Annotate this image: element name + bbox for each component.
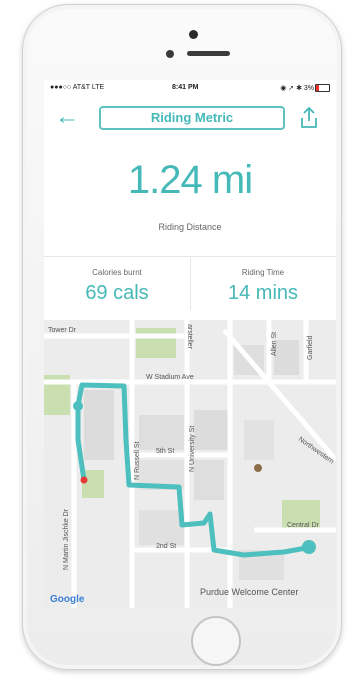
calories-stat: Calories burnt 69 cals bbox=[44, 268, 190, 305]
street-label-tower: Tower Dr bbox=[48, 327, 77, 334]
status-indicators: ◉ ➚ ✱ 3% bbox=[280, 85, 314, 92]
status-time: 8:41 PM bbox=[172, 84, 199, 91]
nav-bar: ← Riding Metric bbox=[44, 100, 336, 136]
distance-label: Riding Distance bbox=[158, 222, 222, 232]
share-icon[interactable] bbox=[298, 106, 320, 130]
app-screen: ●●●○○ AT&T LTE 8:41 PM ◉ ➚ ✱ 3% ← Riding… bbox=[44, 80, 336, 608]
time-value: 14 mins bbox=[227, 282, 299, 304]
street-label-marsteller: arsteller bbox=[186, 324, 193, 350]
street-label-allen: Allen St bbox=[271, 332, 278, 356]
earpiece-speaker bbox=[187, 51, 230, 56]
poi-marker[interactable] bbox=[254, 464, 262, 472]
park-area bbox=[136, 328, 176, 358]
page-title: Riding Metric bbox=[99, 106, 285, 130]
battery-icon bbox=[315, 84, 330, 92]
front-camera bbox=[189, 30, 198, 39]
route-map[interactable]: Tower Dr W Stadium Ave arsteller Allen S… bbox=[44, 320, 336, 608]
home-button[interactable] bbox=[191, 616, 241, 666]
arrow-left-icon[interactable]: ← bbox=[54, 104, 80, 130]
street-label-stadium: W Stadium Ave bbox=[146, 374, 194, 381]
street-label-garfield: Garfield bbox=[307, 335, 314, 360]
route-end-marker bbox=[302, 540, 316, 554]
distance-value: 1.24 mi bbox=[127, 158, 253, 202]
street-label-russell: N Russell St bbox=[134, 441, 141, 480]
street-label-2nd: 2nd St bbox=[156, 543, 176, 550]
street-label-jischke: N Martin Jischke Dr bbox=[63, 508, 70, 570]
calories-value: 69 cals bbox=[85, 282, 149, 304]
time-stat: Riding Time 14 mins bbox=[190, 268, 336, 305]
street-label-university: N University St bbox=[189, 426, 196, 472]
google-logo: Google bbox=[50, 594, 85, 605]
carrier-label: ●●●○○ AT&T LTE bbox=[50, 84, 105, 91]
street-label-5th: 5th St bbox=[156, 448, 174, 455]
proximity-sensor bbox=[166, 50, 174, 58]
poi-label: Purdue Welcome Center bbox=[200, 587, 299, 597]
current-location-marker bbox=[80, 476, 88, 484]
calories-label: Calories burnt bbox=[92, 268, 142, 277]
street-label-central: Central Dr bbox=[287, 522, 320, 529]
status-bar: ●●●○○ AT&T LTE 8:41 PM ◉ ➚ ✱ 3% bbox=[44, 80, 336, 96]
route-start-marker bbox=[73, 401, 83, 411]
stats-divider bbox=[44, 256, 336, 257]
time-label: Riding Time bbox=[241, 268, 285, 277]
